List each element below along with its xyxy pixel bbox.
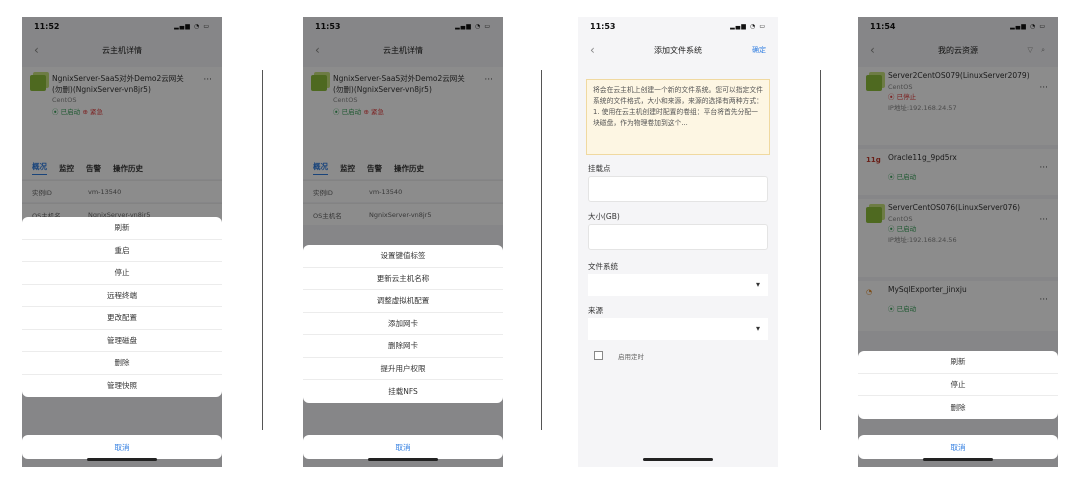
home-indicator <box>923 458 993 461</box>
divider <box>541 70 542 430</box>
page-title: 添加文件系统 <box>654 45 702 55</box>
source-select[interactable]: ▾ <box>588 318 768 340</box>
confirm-button[interactable]: 确定 <box>752 45 766 55</box>
filesystem-select[interactable]: ▾ <box>588 274 768 296</box>
action-mount-nfs[interactable]: 挂载NFS <box>303 380 503 403</box>
action-stop[interactable]: 停止 <box>22 262 222 285</box>
home-indicator <box>643 458 713 461</box>
phone-screen-my-resources: 11:54 ▂▄▆ ◔ ▭ ‹ 我的云资源 ▽ ⌕ ··· Server2CentOS… <box>858 17 1058 467</box>
nav-bar: ‹ 添加文件系统 确定 <box>578 39 778 61</box>
phone-screen-host-actions: 11:52 ▂▄▆ ◔ ▭ ‹ 云主机详情 ··· NgnixServer-SaaS… <box>22 17 222 467</box>
phone-screen-more-actions: 11:53 ▂▄▆ ◔ ▭ ‹ 云主机详情 ··· NgnixServer-SaaS… <box>303 17 503 467</box>
cancel-button[interactable]: 取消 <box>858 435 1058 459</box>
action-sheet: 设置键值标签 更新云主机名称 调整虚拟机配置 添加网卡 删除网卡 提升用户权限 … <box>303 245 503 403</box>
info-notice: 将会在云主机上创建一个新的文件系统。您可以指定文件系统的文件格式，大小和来源，来… <box>586 79 770 155</box>
clock: 11:53 <box>590 21 616 31</box>
action-resize-vm[interactable]: 调整虚拟机配置 <box>303 290 503 313</box>
action-delete-nic[interactable]: 删除网卡 <box>303 335 503 358</box>
action-change-config[interactable]: 更改配置 <box>22 307 222 330</box>
chevron-down-icon: ▾ <box>755 280 760 289</box>
status-bar: 11:53 ▂▄▆ ◔ ▭ <box>578 17 778 35</box>
action-add-nic[interactable]: 添加网卡 <box>303 313 503 335</box>
action-sheet: 刷新 停止 删除 <box>858 351 1058 419</box>
action-stop[interactable]: 停止 <box>858 374 1058 396</box>
action-refresh[interactable]: 刷新 <box>858 351 1058 374</box>
divider <box>262 70 263 430</box>
action-set-tags[interactable]: 设置键值标签 <box>303 245 503 268</box>
source-label: 来源 <box>588 306 603 315</box>
action-refresh[interactable]: 刷新 <box>22 217 222 240</box>
action-delete[interactable]: 删除 <box>22 352 222 375</box>
action-restart[interactable]: 重启 <box>22 240 222 262</box>
size-label: 大小(GB) <box>588 212 620 221</box>
home-indicator <box>368 458 438 461</box>
timer-label: 启用定时 <box>618 353 644 361</box>
action-manage-snapshot[interactable]: 管理快照 <box>22 375 222 398</box>
cancel-button[interactable]: 取消 <box>22 435 222 459</box>
cancel-button[interactable]: 取消 <box>303 435 503 459</box>
mount-point-label: 挂载点 <box>588 164 611 173</box>
filesystem-label: 文件系统 <box>588 262 618 271</box>
divider <box>820 70 821 430</box>
size-input[interactable] <box>588 224 768 250</box>
action-sheet: 刷新 重启 停止 远程终端 更改配置 管理磁盘 删除 管理快照 <box>22 217 222 397</box>
action-manage-disk[interactable]: 管理磁盘 <box>22 330 222 352</box>
action-elevate-privilege[interactable]: 提升用户权限 <box>303 358 503 380</box>
back-icon[interactable]: ‹ <box>590 43 595 57</box>
phone-screen-add-filesystem: 11:53 ▂▄▆ ◔ ▭ ‹ 添加文件系统 确定 将会在云主机上创建一个新的文件系统… <box>578 17 778 467</box>
action-delete[interactable]: 删除 <box>858 396 1058 419</box>
home-indicator <box>87 458 157 461</box>
action-rename-host[interactable]: 更新云主机名称 <box>303 268 503 290</box>
signal-wifi-battery-icon: ▂▄▆ ◔ ▭ <box>730 22 766 30</box>
mount-point-input[interactable] <box>588 176 768 202</box>
action-remote-terminal[interactable]: 远程终端 <box>22 285 222 307</box>
timer-checkbox[interactable] <box>594 351 603 360</box>
chevron-down-icon: ▾ <box>755 324 760 333</box>
